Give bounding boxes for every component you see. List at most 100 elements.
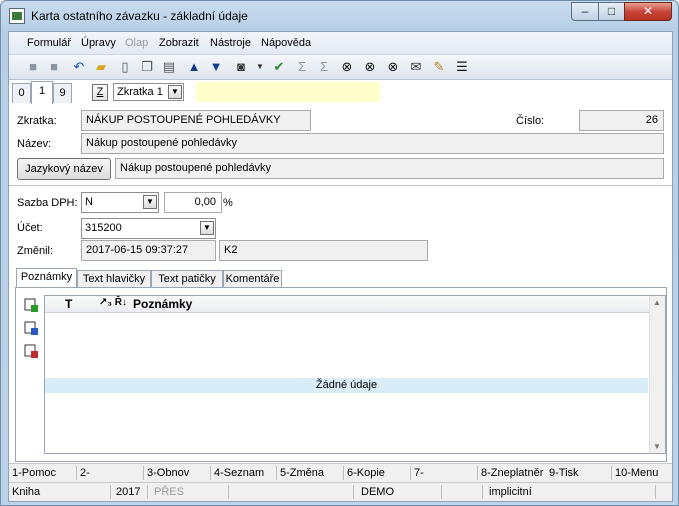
find-replace-icon[interactable]: ⊗ (385, 59, 401, 75)
status-bar: Kniha 2017 PŘES DEMO implicitní (9, 482, 672, 501)
chevron-down-icon[interactable]: ▼ (200, 221, 214, 235)
chevron-down-icon[interactable]: ▼ (168, 85, 182, 99)
nazev-field[interactable]: Nákup postoupené pohledávky (81, 133, 664, 154)
fkey-3[interactable]: 3-Obnov (147, 467, 189, 479)
notes-grid[interactable]: T ↗₃ Ř↓ Poznámky Žádné údaje ▲ ▼ (44, 295, 666, 454)
fkey-10[interactable]: 10-Menu (615, 467, 658, 479)
tab-text-hlavicky[interactable]: Text hlavičky (77, 270, 151, 288)
sum-group-icon[interactable]: Σ (316, 59, 332, 75)
sort-combo[interactable]: Zkratka 1 ▼ (113, 83, 184, 101)
column-poznamky[interactable]: Poznámky (133, 297, 192, 311)
close-button[interactable]: ✕ (624, 2, 672, 21)
zmenil-label: Změnil: (17, 245, 54, 257)
zmenil-user-field[interactable]: K2 (219, 240, 428, 261)
arrow-up-icon[interactable]: ▲ (186, 59, 202, 75)
cislo-label: Číslo: (516, 115, 545, 127)
sazba-dph-value: N (85, 196, 93, 208)
fkey-1[interactable]: 1-Pomoc (12, 467, 56, 479)
fkey-6[interactable]: 6-Kopie (347, 467, 385, 479)
tab-text-paticky[interactable]: Text patičky (151, 270, 223, 288)
new-document-icon[interactable]: ▯ (117, 59, 133, 75)
vertical-scrollbar[interactable]: ▲ ▼ (649, 296, 665, 453)
tab-9[interactable]: 9 (53, 83, 72, 103)
poznamky-panel: T ↗₃ Ř↓ Poznámky Žádné údaje ▲ ▼ (15, 287, 667, 462)
menu-bar: Formulář Úpravy Olap Zobrazit Nástroje N… (9, 32, 672, 55)
fkey-8[interactable]: 8-Zneplatněr (481, 467, 543, 479)
check-filter-icon[interactable]: ✔ (271, 59, 287, 75)
fkey-4[interactable]: 4-Seznam (214, 467, 264, 479)
sort-combo-value: Zkratka 1 (117, 86, 163, 98)
tab-0[interactable]: 0 (12, 83, 31, 103)
jazykovy-nazev-field[interactable]: Nákup postoupené pohledávky (115, 158, 664, 179)
app-window: Karta ostatního závazku - základní údaje… (0, 0, 679, 506)
sazba-dph-label: Sazba DPH: (17, 197, 78, 209)
z-button[interactable]: Z (92, 84, 108, 101)
function-key-bar: 1-Pomoc 2- 3-Obnov 4-Seznam 5-Změna 6-Ko… (9, 463, 672, 482)
menu-napoveda[interactable]: Nápověda (261, 37, 311, 49)
hamburger-menu-icon[interactable]: ☰ (454, 59, 470, 75)
fkey-7[interactable]: 7- (414, 467, 424, 479)
zkratka-label: Zkratka: (17, 115, 57, 127)
status-mode: implicitní (489, 486, 532, 498)
title-bar[interactable]: Karta ostatního závazku - základní údaje… (1, 1, 678, 31)
column-t[interactable]: T (65, 297, 72, 311)
chevron-down-icon[interactable]: ▼ (252, 59, 268, 75)
no-data-row: Žádné údaje (45, 378, 648, 393)
note-edit-icon[interactable]: ✎ (431, 59, 447, 75)
column-sort-marker[interactable]: ↗₃ Ř↓ (99, 297, 127, 308)
find-next-icon[interactable]: ⊗ (362, 59, 378, 75)
undo-icon[interactable]: ↶ (71, 59, 87, 75)
toolbar: ■ ■ ↶ ▰ ▯ ❐ ▤ ▲ ▼ ◙ ▼ ✔ Σ Σ ⊗ ⊗ ⊗ ✉ ✎ ☰ (9, 55, 672, 80)
ucet-combo[interactable]: 315200 ▼ (81, 218, 216, 239)
camera-icon[interactable]: ◙ (233, 59, 249, 75)
delete-row-icon[interactable] (24, 344, 38, 358)
sazba-dph-combo[interactable]: N ▼ (81, 192, 159, 213)
scroll-up-icon[interactable]: ▲ (653, 298, 661, 307)
status-year: 2017 (116, 486, 141, 498)
percent-sign: % (223, 197, 233, 209)
save-as-icon[interactable]: ■ (46, 59, 62, 75)
copy-icon[interactable]: ❐ (139, 59, 155, 75)
book-icon[interactable]: ▤ (161, 59, 177, 75)
status-pres: PŘES (154, 486, 184, 498)
sum-icon[interactable]: Σ (294, 59, 310, 75)
maximize-button[interactable]: □ (598, 2, 625, 21)
edit-row-icon[interactable] (24, 321, 38, 335)
client-area: Formulář Úpravy Olap Zobrazit Nástroje N… (8, 31, 673, 502)
menu-formular[interactable]: Formulář (27, 37, 71, 49)
status-kniha: Kniha (12, 486, 41, 498)
fkey-9[interactable]: 9-Tisk (549, 467, 579, 479)
mail-icon[interactable]: ✉ (408, 59, 424, 75)
window-title: Karta ostatního závazku - základní údaje (31, 9, 248, 23)
fkey-2[interactable]: 2- (80, 467, 90, 479)
chevron-down-icon[interactable]: ▼ (143, 195, 157, 209)
menu-zobrazit[interactable]: Zobrazit (159, 37, 199, 49)
save-icon[interactable]: ■ (25, 59, 41, 75)
sazba-percent-field[interactable]: 0,00 (164, 192, 222, 213)
page-tab-row: 0 1 9 Z Zkratka 1 ▼ (9, 80, 672, 104)
tab-1[interactable]: 1 (31, 81, 53, 104)
divider (9, 185, 672, 186)
ucet-label: Účet: (17, 222, 43, 234)
quick-search-field[interactable] (196, 82, 380, 102)
binoculars-icon[interactable]: ⊗ (339, 59, 355, 75)
minimize-button[interactable]: – (571, 2, 599, 21)
status-database: DEMO (361, 486, 394, 498)
cislo-field[interactable]: 26 (579, 110, 664, 131)
menu-upravy[interactable]: Úpravy (81, 37, 116, 49)
ucet-value: 315200 (85, 222, 122, 234)
fkey-5[interactable]: 5-Změna (280, 467, 324, 479)
grid-header: T ↗₃ Ř↓ Poznámky (45, 296, 649, 313)
jazykovy-nazev-button[interactable]: Jazykový název (17, 158, 111, 180)
zkratka-field[interactable]: NÁKUP POSTOUPENÉ POHLEDÁVKY (81, 110, 311, 131)
tab-poznamky[interactable]: Poznámky (16, 268, 77, 289)
scroll-down-icon[interactable]: ▼ (653, 442, 661, 451)
nazev-label: Název: (17, 138, 52, 150)
add-row-icon[interactable] (24, 298, 38, 312)
menu-nastroje[interactable]: Nástroje (210, 37, 251, 49)
open-folder-icon[interactable]: ▰ (93, 59, 109, 75)
tab-komentare[interactable]: Komentáře (223, 270, 282, 288)
arrow-down-icon[interactable]: ▼ (208, 59, 224, 75)
zmenil-date-field[interactable]: 2017-06-15 09:37:27 (81, 240, 216, 261)
menu-olap[interactable]: Olap (125, 37, 148, 49)
